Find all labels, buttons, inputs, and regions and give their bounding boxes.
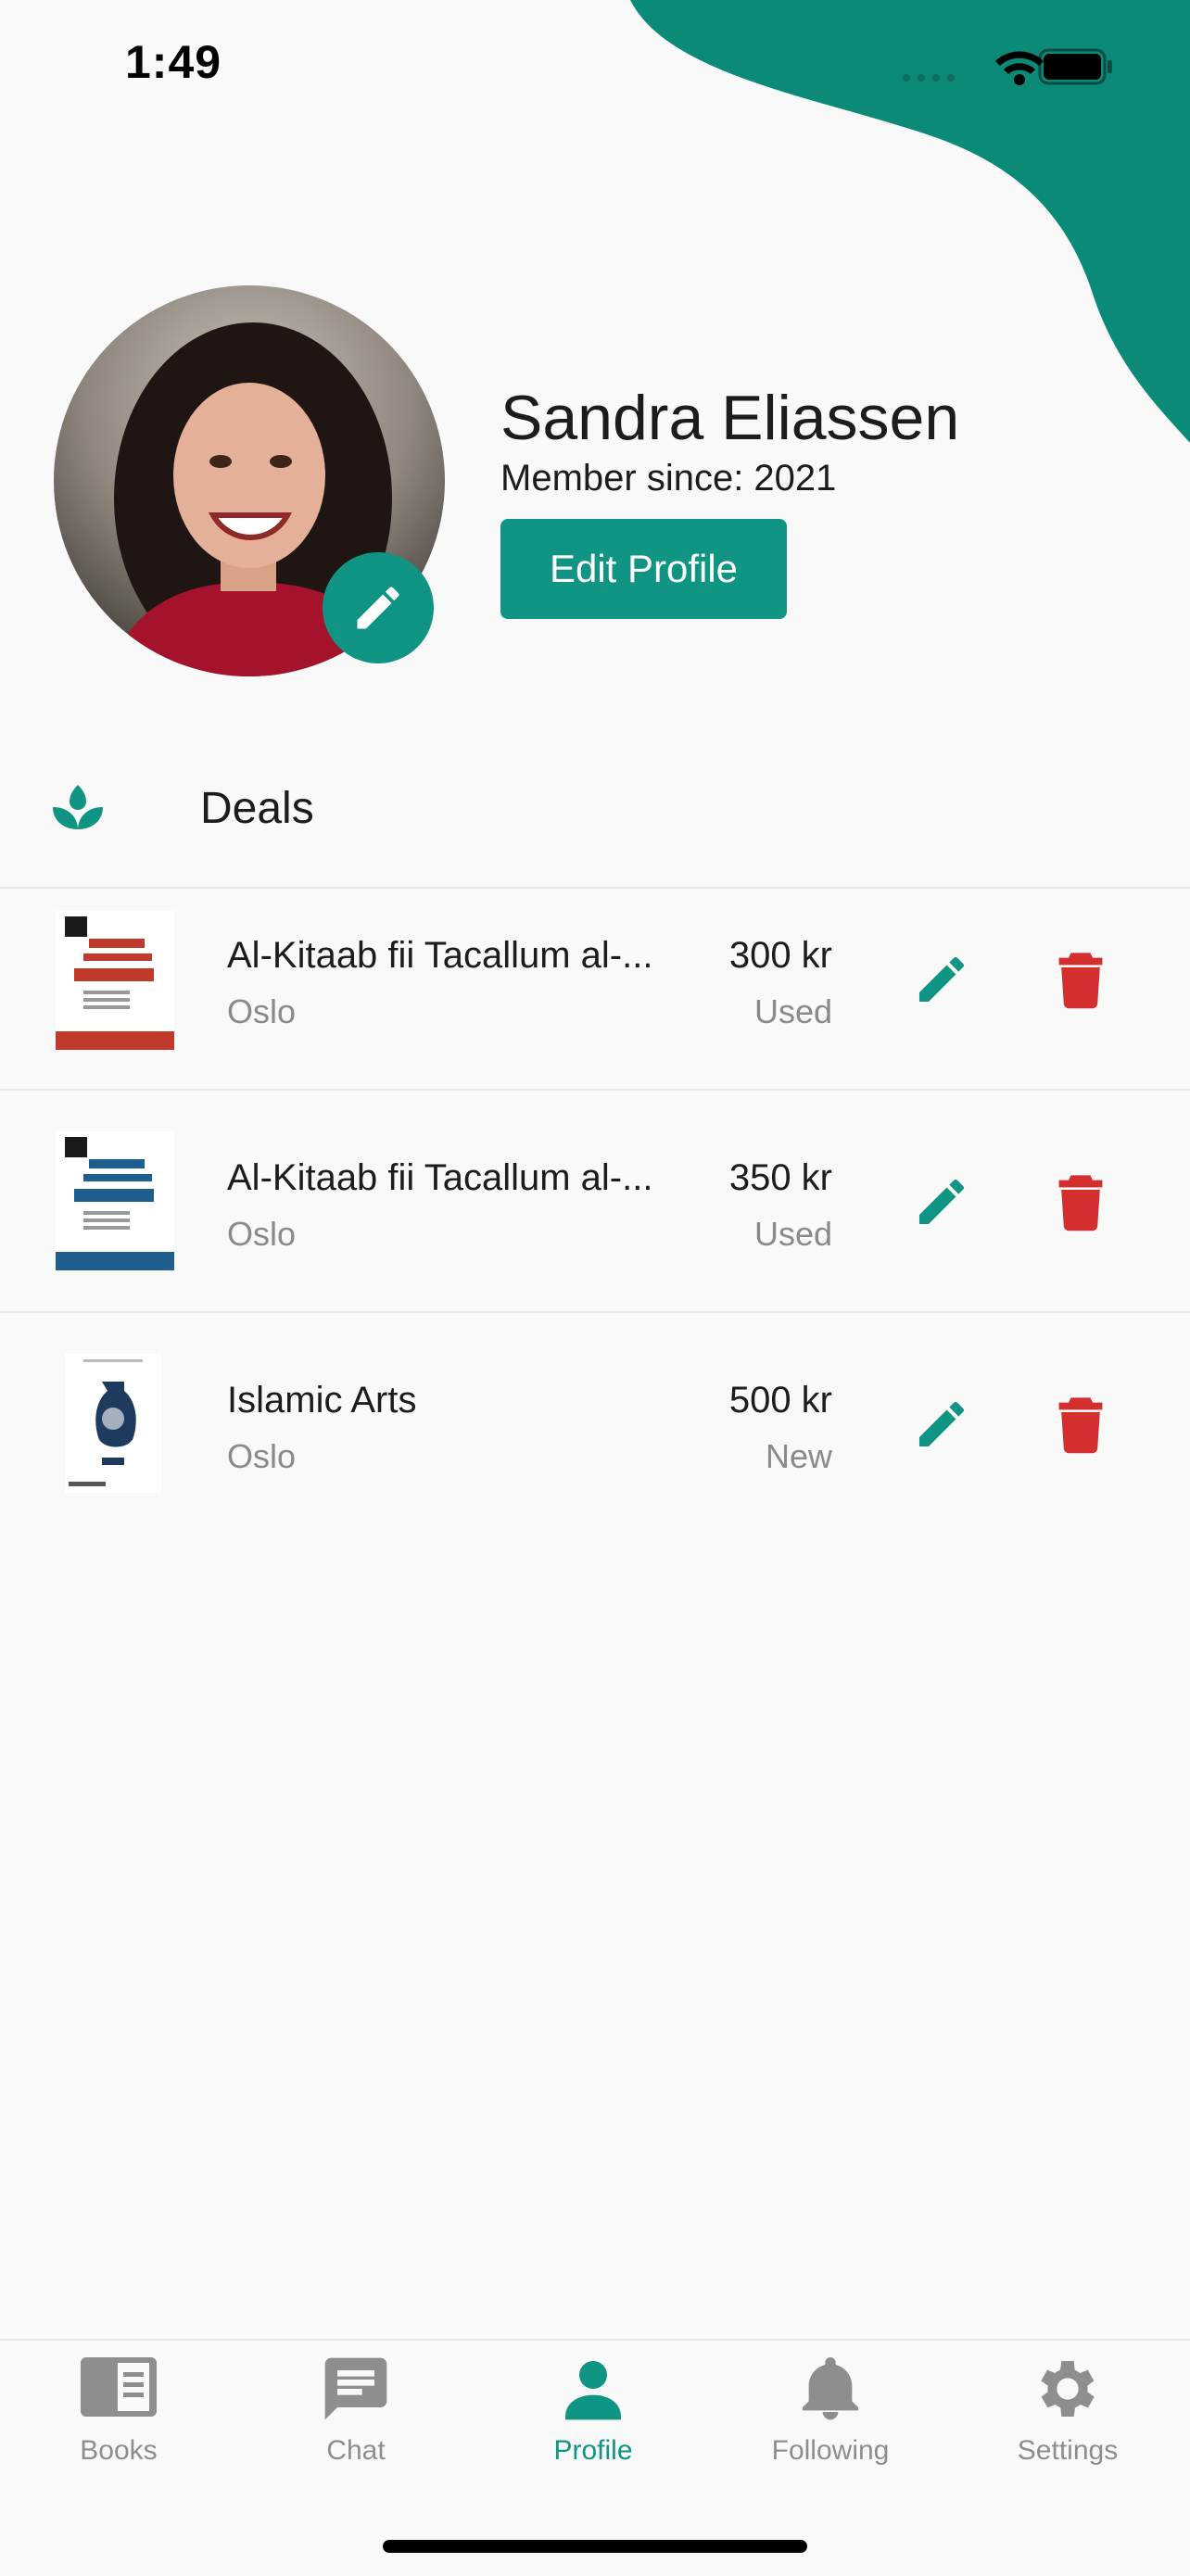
deal-city: Oslo xyxy=(227,992,297,1030)
delete-deal-icon[interactable] xyxy=(1057,1395,1105,1454)
edit-deal-icon[interactable] xyxy=(912,1395,971,1454)
deal-row[interactable]: Islamic Arts Oslo 500 kr New xyxy=(0,1333,1190,1554)
edit-deal-icon[interactable] xyxy=(912,950,971,1009)
tab-books[interactable]: Books xyxy=(0,2350,237,2480)
book-cover xyxy=(65,1354,161,1493)
member-since: Member since: 2021 xyxy=(500,458,837,499)
book-icon xyxy=(81,2357,157,2417)
divider xyxy=(0,1089,1190,1091)
deal-city: Oslo xyxy=(227,1215,297,1253)
deal-price: 500 kr xyxy=(728,1380,832,1421)
deal-row[interactable]: Al-Kitaab fii Tacallum al-... Oslo 350 k… xyxy=(0,1111,1190,1332)
tab-profile[interactable]: Profile xyxy=(475,2350,712,2480)
battery-icon xyxy=(1038,48,1112,85)
tab-label: Profile xyxy=(553,2435,633,2466)
wifi-icon xyxy=(995,51,1044,85)
person-icon xyxy=(565,2361,621,2420)
signal-icon xyxy=(903,74,955,82)
divider xyxy=(0,1311,1190,1313)
tab-label: Following xyxy=(771,2435,890,2466)
deals-heading: Deals xyxy=(200,784,314,833)
deal-price: 300 kr xyxy=(728,935,832,976)
deal-title: Al-Kitaab fii Tacallum al-... xyxy=(227,935,653,976)
profile-name: Sandra Eliassen xyxy=(500,383,960,453)
edit-deal-icon[interactable] xyxy=(912,1172,971,1231)
deal-condition: Used xyxy=(753,992,832,1030)
deal-row[interactable]: Al-Kitaab fii Tacallum al-... Oslo 300 k… xyxy=(0,889,1190,1109)
edit-profile-button[interactable]: Edit Profile xyxy=(500,519,787,619)
book-cover xyxy=(56,1131,174,1270)
gear-icon xyxy=(1041,2361,1095,2417)
book-cover xyxy=(56,911,174,1050)
status-time: 1:49 xyxy=(125,36,222,88)
edit-photo-button[interactable] xyxy=(323,552,434,663)
status-icons xyxy=(903,48,1112,85)
tab-label: Books xyxy=(80,2435,158,2466)
chat-icon xyxy=(324,2357,387,2420)
deal-title: Al-Kitaab fii Tacallum al-... xyxy=(227,1157,653,1198)
deal-city: Oslo xyxy=(227,1437,297,1475)
home-indicator xyxy=(383,2540,807,2553)
tab-settings[interactable]: Settings xyxy=(949,2350,1186,2480)
leaf-icon xyxy=(53,785,103,829)
deal-price: 350 kr xyxy=(728,1157,832,1198)
deal-condition: New xyxy=(765,1437,832,1475)
tab-label: Chat xyxy=(326,2435,386,2466)
delete-deal-icon[interactable] xyxy=(1057,1172,1105,1231)
deal-condition: Used xyxy=(753,1215,832,1253)
pencil-icon xyxy=(357,587,399,629)
tab-chat[interactable]: Chat xyxy=(237,2350,475,2480)
bell-icon xyxy=(803,2357,858,2420)
delete-deal-icon[interactable] xyxy=(1057,950,1105,1009)
tab-following[interactable]: Following xyxy=(712,2350,949,2480)
deals-header xyxy=(0,760,1190,888)
deal-title: Islamic Arts xyxy=(227,1380,417,1421)
tab-label: Settings xyxy=(1017,2435,1119,2466)
